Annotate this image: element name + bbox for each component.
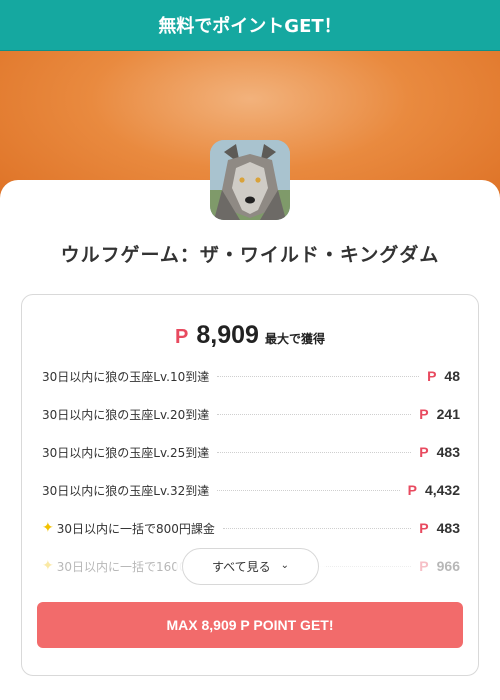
- reward-value: 483: [436, 520, 460, 536]
- point-icon: P: [407, 482, 417, 498]
- reward-row: 30日以内に狼の玉座Lv.10到達 P 48: [42, 365, 460, 387]
- reward-row: 30日以内に狼の玉座Lv.20到達 P 241: [42, 403, 460, 425]
- reward-points: P 4,432: [408, 482, 460, 498]
- reward-value: 241: [436, 406, 460, 422]
- total-suffix: 最大で獲得: [264, 332, 325, 346]
- row-leader: [217, 451, 412, 453]
- reward-points: P 241: [419, 406, 460, 422]
- point-icon: P: [175, 326, 189, 348]
- reward-label: 30日以内に狼の玉座Lv.20到達: [42, 407, 210, 422]
- point-icon: P: [419, 520, 429, 536]
- reward-label: 30日以内に一括で800円課金: [56, 521, 215, 536]
- point-icon: P: [419, 406, 429, 422]
- reward-label: 30日以内に一括で1600: [56, 559, 187, 574]
- chevron-down-icon: ⌄: [280, 560, 290, 571]
- reward-card: P 8,909 最大で獲得 30日以内に狼の玉座Lv.10到達 P 48 30日…: [21, 294, 479, 676]
- reward-points: P 483: [419, 520, 460, 536]
- see-all-button[interactable]: すべて見る ⌄: [182, 548, 319, 585]
- app-icon: [210, 140, 290, 220]
- reward-label: 30日以内に狼の玉座Lv.32到達: [42, 483, 210, 498]
- max-point-get-button[interactable]: MAX 8,909 P POINT GET!: [37, 602, 463, 648]
- reward-points: P 483: [419, 444, 460, 460]
- reward-value: 4,432: [424, 482, 460, 498]
- reward-label: 30日以内に狼の玉座Lv.10到達: [42, 369, 210, 384]
- row-leader: [222, 527, 412, 529]
- point-icon: P: [419, 444, 429, 460]
- total-value: 8,909: [196, 321, 259, 349]
- see-all-label: すべて見る: [211, 560, 271, 574]
- reward-label: 30日以内に狼の玉座Lv.25到達: [42, 445, 210, 460]
- row-leader: [217, 489, 400, 491]
- header-title: 無料でポイントGET！: [158, 16, 342, 37]
- reward-row: 30日以内に狼の玉座Lv.32到達 P 4,432: [42, 479, 460, 501]
- reward-row: ✦ 30日以内に一括で800円課金 P 483: [42, 517, 460, 539]
- sparkle-icon: ✦: [42, 520, 54, 536]
- app-title: ウルフゲーム：ザ・ワイルド・キングダム: [60, 244, 440, 266]
- header-bar: 無料でポイントGET！: [0, 0, 500, 51]
- reward-value: 48: [444, 368, 460, 384]
- reward-value: 483: [436, 444, 460, 460]
- row-leader: [217, 413, 412, 415]
- row-leader: [217, 375, 420, 377]
- reward-points: P 966: [419, 558, 460, 574]
- reward-row: 30日以内に狼の玉座Lv.25到達 P 483: [42, 441, 460, 463]
- point-icon: P: [427, 368, 437, 384]
- point-icon: P: [419, 558, 429, 574]
- cta-label: MAX 8,909 P POINT GET!: [166, 617, 334, 633]
- reward-points: P 48: [427, 368, 460, 384]
- total-points: P 8,909 最大で獲得: [22, 321, 478, 350]
- reward-value: 966: [436, 558, 460, 574]
- sparkle-icon: ✦: [42, 558, 54, 574]
